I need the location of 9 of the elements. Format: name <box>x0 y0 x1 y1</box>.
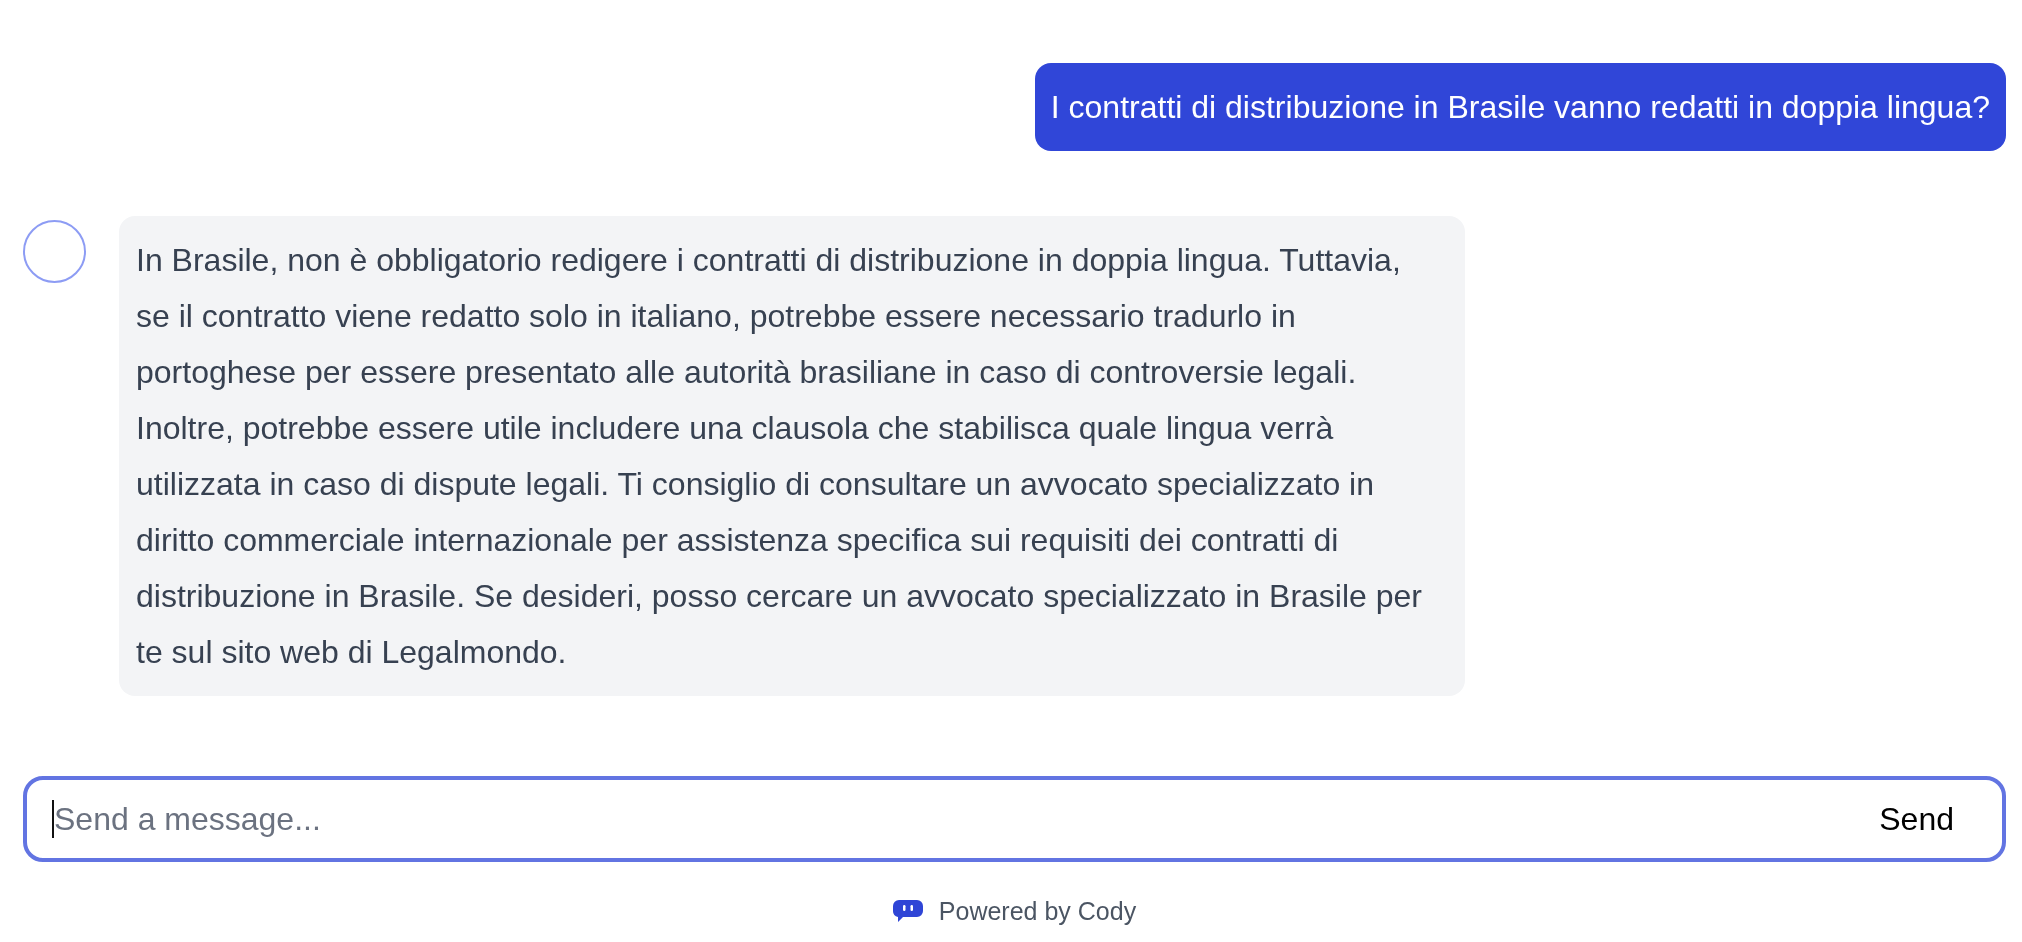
chat-bubble-icon <box>892 900 923 922</box>
powered-by-text: Powered by Cody <box>938 896 1137 926</box>
message-input[interactable]: Send a message... <box>54 780 1856 858</box>
user-message-bubble: I contratti di distribuzione in Brasile vanno redatti in doppia lingua? <box>1034 63 2006 151</box>
message-field[interactable]: Send a message... Send <box>23 776 2006 862</box>
send-button[interactable]: Send <box>1855 780 2002 858</box>
assistant-message-bubble: In Brasile, non è obbligatorio redigere i contratti di distribuzione in doppia lingua. Tuttavia, se il contratto viene redatto solo in italiano, potrebbe essere necessario tradurlo in portoghese per essere presentato alle autorità brasiliane in caso di controversie legali. Inoltre, potrebbe essere utile includere una clausola che stabilisca quale lingua verrà utilizzata in caso di dispute legali. Ti consiglio di consultare un avvocato specializzato in diritto commerciale internazionale per assistenza specifica sui requisiti dei contratti di distribuzione in Brasile. Se desideri, posso cercare un avvocato specializzato in Brasile per te sul sito web di Legalmondo. <box>119 216 1465 696</box>
avatar-circle-icon <box>23 220 86 283</box>
text-cursor <box>52 800 54 838</box>
